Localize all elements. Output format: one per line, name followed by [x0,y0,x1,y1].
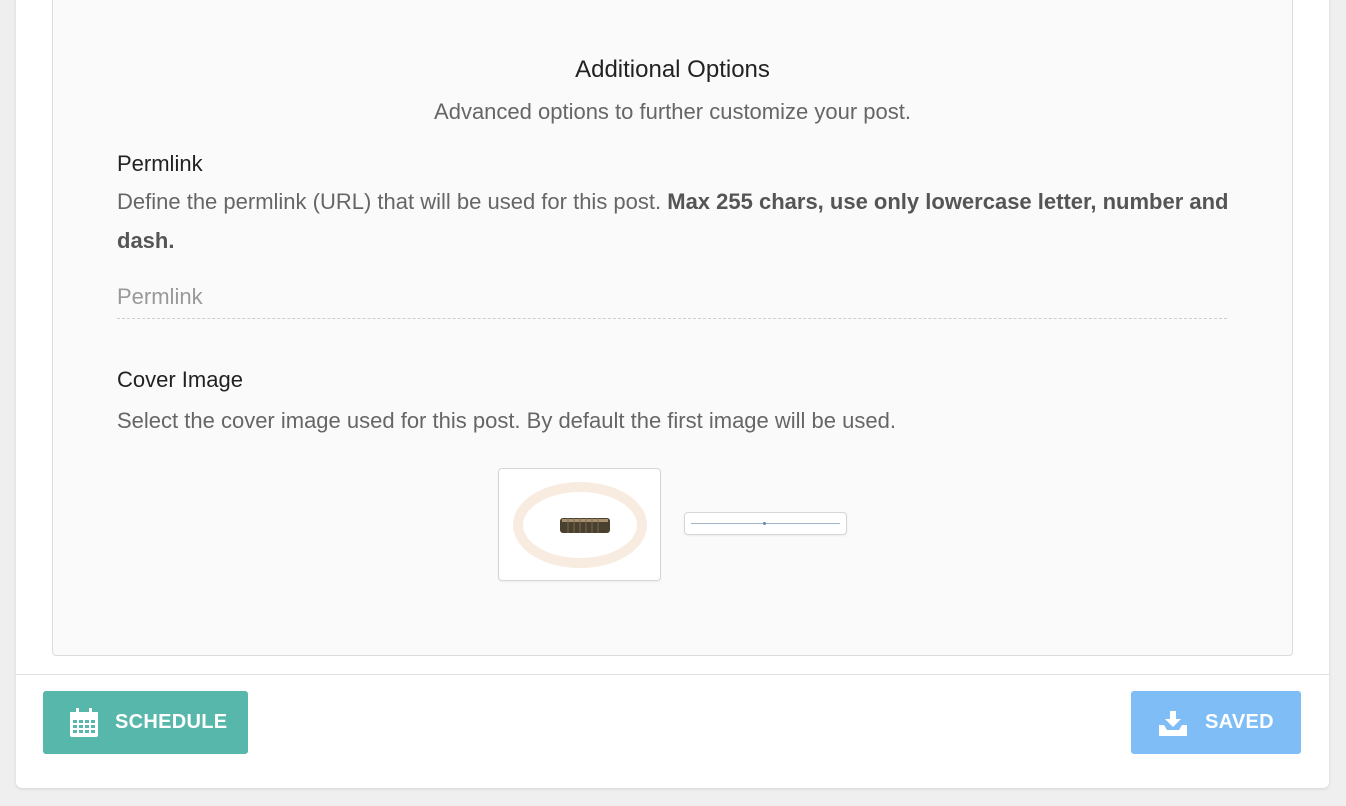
cover-thumbnail-2[interactable] [684,512,847,535]
saved-button[interactable]: SAVED [1131,691,1301,754]
calendar-icon [69,707,99,738]
permlink-description: Define the permlink (URL) that will be u… [117,182,1237,260]
permlink-input[interactable] [117,276,1227,319]
schedule-button[interactable]: SCHEDULE [43,691,248,754]
cover-thumbnail-1[interactable] [498,468,661,581]
section-title: Additional Options [575,56,770,83]
cover-image-description: Select the cover image used for this pos… [117,408,896,433]
cover-image-label: Cover Image [117,367,243,392]
permlink-description-text: Define the permlink (URL) that will be u… [117,189,662,214]
watermark-bolt-image [509,479,650,570]
post-editor-card: Additional Options Advanced options to f… [16,0,1329,788]
permlink-label: Permlink [117,151,203,176]
footer-divider [16,674,1329,675]
schedule-button-label: SCHEDULE [115,711,228,733]
additional-options-panel: Additional Options Advanced options to f… [52,0,1293,656]
inbox-download-icon [1157,709,1189,737]
section-subtitle: Advanced options to further customize yo… [434,99,911,124]
saved-button-label: SAVED [1205,711,1274,733]
